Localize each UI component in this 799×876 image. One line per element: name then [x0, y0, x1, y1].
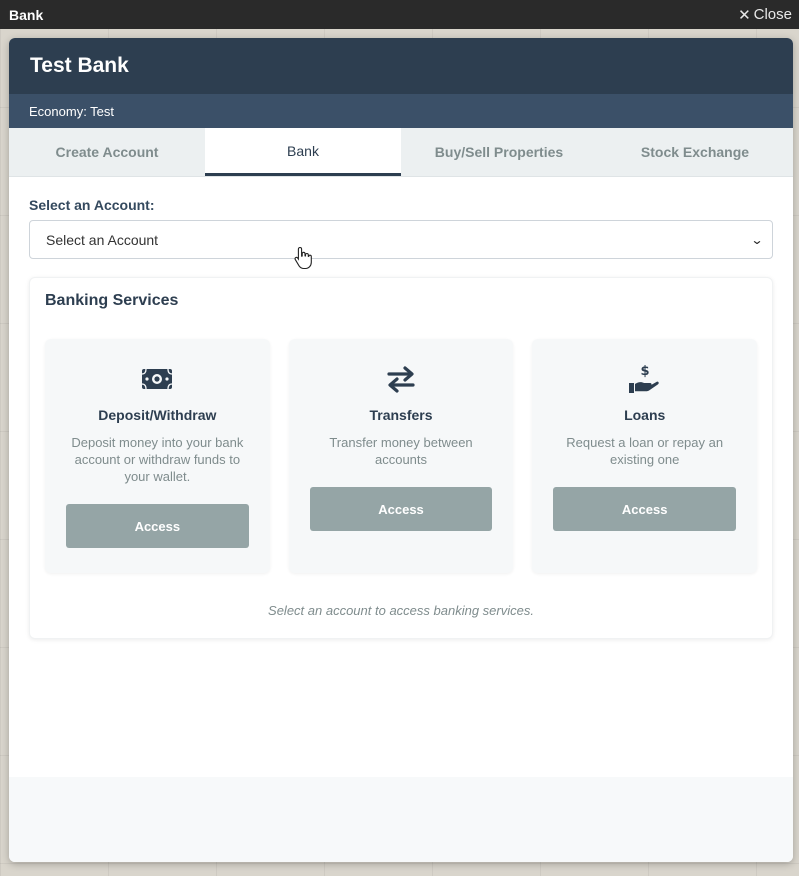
- tab-buy-sell-properties[interactable]: Buy/Sell Properties: [401, 128, 597, 176]
- exchange-arrows-icon: [386, 363, 416, 395]
- tab-label: Buy/Sell Properties: [434, 144, 564, 160]
- tab-stock-exchange[interactable]: Stock Exchange: [597, 128, 793, 176]
- bank-tab-content: Select an Account: Select an Account ⌄ B…: [9, 177, 793, 777]
- service-transfers: Transfers Transfer money between account…: [288, 339, 514, 573]
- deposit-withdraw-access-button[interactable]: Access: [66, 504, 249, 548]
- svg-text:$: $: [640, 364, 649, 379]
- tab-bank[interactable]: Bank: [205, 128, 401, 176]
- account-select-label: Select an Account:: [29, 197, 155, 213]
- service-deposit-withdraw: Deposit/Withdraw Deposit money into your…: [45, 339, 270, 573]
- service-loans: $ Loans Request a loan or repay an exist…: [532, 339, 758, 573]
- tab-label: Create Account: [55, 144, 159, 160]
- window-title: Bank: [9, 6, 44, 23]
- tab-label: Stock Exchange: [640, 144, 750, 160]
- transfers-access-button[interactable]: Access: [309, 487, 493, 531]
- account-select[interactable]: Select an Account ⌄: [29, 220, 773, 259]
- close-label: Close: [753, 6, 792, 23]
- economy-bar: Economy: Test: [9, 94, 793, 128]
- dialog-footer: [9, 777, 793, 862]
- service-name: Deposit/Withdraw: [98, 407, 217, 423]
- dialog-title: Test Bank: [30, 54, 129, 77]
- banking-services-card: Banking Services Deposit/Withdraw Deposi…: [29, 277, 773, 639]
- tab-bar: Create Account Bank Buy/Sell Properties …: [9, 128, 793, 177]
- close-button[interactable]: ✕ Close: [738, 6, 792, 24]
- chevron-down-icon: ⌄: [750, 232, 764, 247]
- hand-cursor-icon: [294, 246, 312, 270]
- service-name: Loans: [624, 407, 666, 423]
- window-titlebar: Bank ✕ Close: [0, 0, 799, 29]
- tab-label: Bank: [287, 142, 319, 159]
- service-description: Request a loan or repay an existing one: [566, 435, 724, 467]
- money-bill-icon: [141, 363, 173, 395]
- service-name: Transfers: [369, 407, 433, 423]
- service-grid: Deposit/Withdraw Deposit money into your…: [45, 339, 758, 573]
- tab-create-account[interactable]: Create Account: [9, 128, 205, 176]
- services-note: Select an account to access banking serv…: [268, 603, 534, 618]
- account-select-value: Select an Account: [46, 231, 159, 248]
- services-title: Banking Services: [45, 292, 179, 309]
- loans-access-button[interactable]: Access: [553, 487, 737, 531]
- bank-dialog: Test Bank Economy: Test Create Account B…: [9, 38, 793, 862]
- hand-dollar-icon: $: [628, 363, 662, 395]
- economy-label: Economy: Test: [29, 103, 115, 119]
- close-icon: ✕: [738, 6, 751, 24]
- dialog-header: Test Bank: [9, 38, 793, 94]
- service-description: Deposit money into your bank account or …: [71, 435, 244, 484]
- service-description: Transfer money between accounts: [329, 435, 473, 467]
